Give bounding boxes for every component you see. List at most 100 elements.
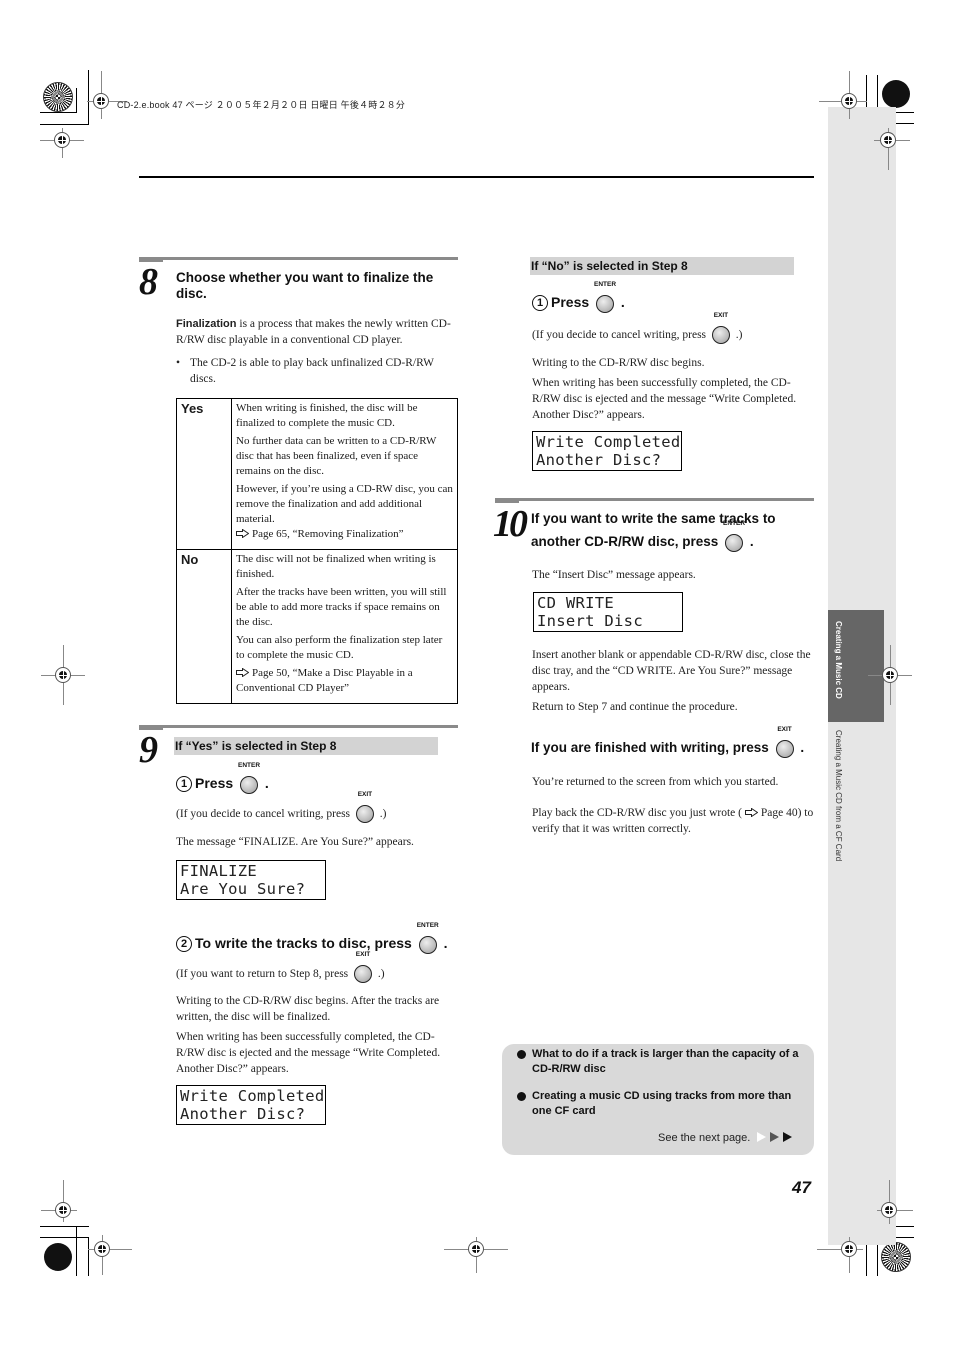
book-file-header: CD-2.e.book 47 ページ ２００５年２月２０日 日曜日 午後４時２８… [117, 100, 406, 110]
enter-caption: ENTER [594, 281, 617, 288]
paragraph: Writing to the CD-R/RW disc begins. Afte… [176, 995, 440, 1023]
note-text: (If you want to return to Step 8, press [176, 968, 349, 980]
lcd-line: FINALIZE [180, 862, 258, 880]
bullet-icon [517, 1092, 526, 1101]
no-branch-heading: If “No” is selected in Step 8 [530, 257, 794, 275]
reference-text: Page 50, “Make a Disc Playable in a Conv… [236, 667, 413, 694]
paragraph: Return to Step 7 and continue the proced… [532, 701, 738, 713]
triangle-icon [757, 1132, 767, 1142]
chapter-title: Creating a Music CD from a CF Card [834, 730, 843, 862]
reference-text: Page 65, “Removing Finalization” [252, 528, 404, 540]
press-label: Press [195, 775, 234, 791]
press-label: To write the tracks to disc, press [195, 935, 412, 951]
paragraph: Insert another blank or appendable CD-R/… [532, 649, 811, 693]
exit-caption: EXIT [355, 951, 371, 958]
finalize-options-table: Yes When writing is finished, the disc w… [176, 398, 458, 704]
step-8-number: 8 [139, 261, 158, 303]
step-8-intro: Finalization is a process that makes the… [176, 316, 461, 352]
crop-line [76, 1226, 77, 1276]
note-text: (If you decide to cancel writing, press [176, 808, 351, 820]
crop-line [40, 1226, 89, 1227]
finalize-message-note: The message “FINALIZE. Are You Sure?” ap… [176, 836, 414, 848]
lcd-line: Insert Disc [537, 612, 643, 630]
lcd-line: Are You Sure? [180, 880, 306, 898]
step-9-sub2-text: Writing to the CD-R/RW disc begins. Afte… [176, 993, 461, 1081]
table-row-yes: Yes When writing is finished, the disc w… [176, 398, 458, 550]
finalization-term: Finalization [176, 318, 237, 330]
crop-line [88, 70, 89, 125]
exit-button-icon: EXIT [353, 951, 373, 983]
step-9-number: 9 [139, 729, 158, 771]
note-text: .) [379, 808, 387, 820]
no-branch-press: 1 Press ENTER . [532, 281, 625, 313]
enter-button-icon: ENTER [594, 281, 616, 313]
step-8-bar [139, 257, 458, 262]
bullet-text: The CD-2 is able to play back unfinalize… [190, 357, 434, 385]
insert-disc-note: The “Insert Disc” message appears. [532, 569, 696, 581]
option-description: When writing is finished, the disc will … [231, 398, 458, 550]
step-10-title: If you want to write the same tracks to … [531, 511, 821, 552]
circled-number: 1 [532, 295, 548, 311]
lcd-line: Another Disc? [180, 1105, 306, 1123]
playback-note: Play back the CD-R/RW disc you just wrot… [532, 805, 814, 837]
step-9-bar [139, 725, 458, 730]
option-key: No [176, 549, 232, 704]
exit-button-icon: EXIT [355, 791, 375, 823]
page-reference-link[interactable]: Page 50, “Make a Disc Playable in a Conv… [236, 666, 453, 696]
crop-line [40, 112, 77, 113]
related-topic-link[interactable]: What to do if a track is larger than the… [532, 1047, 802, 1077]
finished-note: You’re returned to the screen from which… [532, 776, 779, 788]
option-paragraph: No further data can be written to a CD-R… [236, 435, 437, 477]
enter-caption: ENTER [416, 922, 439, 929]
title-line: another CD-R/RW disc, press [531, 534, 719, 549]
chapter-tab-label: Creating a Music CD [834, 621, 843, 699]
paragraph: Writing to the CD-R/RW disc begins. [532, 357, 705, 369]
step-8-title: Choose whether you want to finalize the … [176, 270, 434, 301]
next-page-label: See the next page. [658, 1132, 751, 1144]
page-reference-link[interactable]: Page 65, “Removing Finalization” [236, 527, 453, 542]
bullet-icon [517, 1050, 526, 1059]
crop-line [88, 1237, 89, 1276]
triangle-icon [770, 1132, 780, 1142]
exit-button-icon: EXIT [711, 312, 731, 344]
yes-branch-heading: If “Yes” is selected in Step 8 [174, 737, 438, 755]
reference-arrow-icon [744, 808, 758, 817]
lcd-display-finalize: FINALIZE Are You Sure? [176, 860, 326, 900]
option-paragraph: However, if you’re using a CD-RW disc, y… [236, 483, 453, 525]
related-topic-link[interactable]: Creating a music CD using tracks from mo… [532, 1089, 802, 1119]
option-paragraph: When writing is finished, the disc will … [236, 402, 418, 429]
step-9-sub2: 2 To write the tracks to disc, press ENTE… [176, 922, 447, 954]
exit-button-icon: EXIT [775, 726, 795, 758]
crop-line [40, 1237, 88, 1238]
lcd-line: Another Disc? [536, 451, 662, 469]
enter-button-icon: ENTER [238, 762, 260, 794]
lcd-line: Write Completed [180, 1087, 325, 1105]
triangle-icon [783, 1132, 793, 1142]
option-description: The disc will not be finalized when writ… [231, 549, 458, 704]
step-10-bar [495, 498, 814, 503]
note-text: Play back the CD-R/RW disc you just wrot… [532, 807, 742, 819]
option-paragraph: After the tracks have been written, you … [236, 586, 447, 628]
reference-arrow-icon [236, 529, 249, 538]
title-line: If you want to write the same tracks to [531, 511, 776, 526]
no-branch-text: Writing to the CD-R/RW disc begins. When… [532, 355, 814, 427]
lcd-line: Write Completed [536, 433, 681, 451]
lcd-display-write-completed: Write Completed Another Disc? [532, 431, 682, 471]
exit-caption: EXIT [357, 791, 373, 798]
page-number: 47 [792, 1178, 811, 1197]
paragraph: When writing has been successfully compl… [176, 1031, 441, 1075]
bullet-icon: • [176, 357, 181, 369]
note-text: (If you decide to cancel writing, press [532, 329, 707, 341]
note-text: .) [735, 329, 743, 341]
lcd-display-insert-disc: CD WRITE Insert Disc [533, 592, 683, 632]
registration-target-icon [881, 1242, 911, 1272]
registration-target-icon [882, 80, 910, 108]
cancel-note: (If you decide to cancel writing, press … [532, 312, 743, 344]
see-next-page[interactable]: See the next page. [658, 1132, 793, 1144]
step-10-text: Insert another blank or appendable CD-R/… [532, 647, 814, 719]
enter-button-icon: ENTER [417, 922, 439, 954]
circled-number: 1 [176, 776, 192, 792]
exit-caption: EXIT [713, 312, 729, 319]
step-10-number: 10 [493, 503, 528, 545]
reference-arrow-icon [236, 668, 249, 677]
